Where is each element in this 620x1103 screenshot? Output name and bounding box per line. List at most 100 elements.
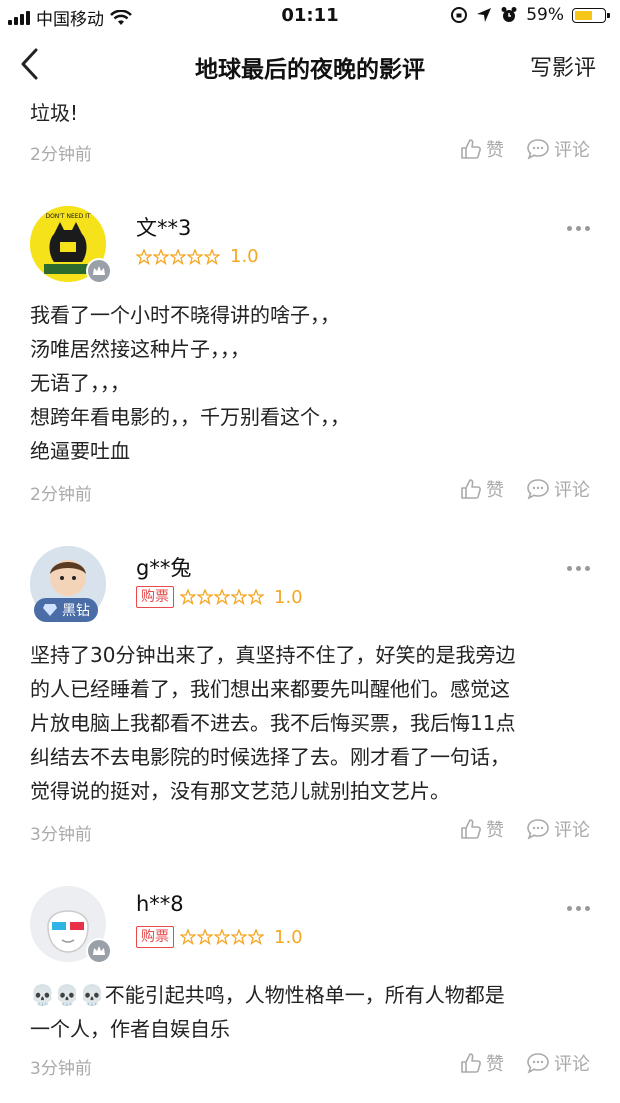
star-icon (197, 589, 213, 605)
ticket-tag: 购票 (136, 926, 174, 948)
vip-badge: 黑钻 (34, 598, 98, 622)
review-actions: 赞 评论 (460, 136, 590, 162)
review-line: 无语了，，， (30, 371, 130, 395)
review-time: 2分钟前 (30, 485, 92, 505)
review-time: 3分钟前 (30, 1059, 92, 1079)
star-icon (231, 929, 247, 945)
review-line: 片放电脑上我都看不进去。我不后悔买票，我后悔11点 (30, 711, 516, 735)
star-icon (231, 589, 247, 605)
star-icon (187, 248, 203, 265)
thumbs-up-icon (461, 139, 481, 159)
vip-badge-label: 黑钻 (62, 603, 90, 619)
rating-row: 购票 1.0 (136, 926, 303, 948)
battery-percent: 59% (526, 5, 564, 25)
review-card: 黑钻 g**兔 购票 1.0 坚持了30分钟出来了，真坚持不住了，好笑的是我旁边… (0, 542, 620, 852)
review-line: 💀💀💀不能引起共鸣，人物性格单一，所有人物都是 (30, 983, 505, 1007)
like-button[interactable]: 赞 (460, 136, 504, 162)
svg-text:DON'T NEED IT: DON'T NEED IT (45, 213, 90, 220)
star-rating (136, 248, 220, 265)
username[interactable]: 文**3 (136, 212, 191, 242)
nav-bar: 地球最后的夜晚的影评 写影评 (0, 34, 620, 96)
review-line: 纠结去不去电影院的时候选择了去。刚才看了一句话， (30, 745, 510, 769)
comment-label: 评论 (554, 1054, 590, 1075)
rating-row: 购票 1.0 (136, 586, 303, 608)
review-line: 觉得说的挺对，没有那文艺范儿就别拍文艺片。 (30, 779, 450, 803)
star-rating (180, 589, 264, 605)
score: 1.0 (274, 586, 303, 608)
status-right: 59% (450, 5, 610, 25)
like-label: 赞 (486, 1054, 504, 1075)
comment-button[interactable]: 评论 (526, 1050, 590, 1076)
rating-row: 1.0 (136, 246, 259, 267)
review-card: h**8 购票 1.0 💀💀💀不能引起共鸣，人物性格单一，所有人物都是 一个人，… (0, 882, 620, 1092)
review-text: 我看了一个小时不晓得讲的啥子，， 汤唯居然接这种片子，，， 无语了，，， 想跨年… (30, 298, 592, 468)
page-title: 地球最后的夜晚的影评 (195, 57, 425, 83)
review-text: 坚持了30分钟出来了，真坚持不住了，好笑的是我旁边 的人已经睡着了，我们想出来都… (30, 638, 592, 808)
review-time: 3分钟前 (30, 825, 92, 845)
star-icon (136, 248, 152, 265)
star-icon (153, 248, 169, 265)
review-line: 一个人，作者自娱自乐 (30, 1017, 230, 1041)
review-actions: 赞 评论 (460, 1050, 590, 1076)
review-line: 绝逼要吐血 (30, 439, 130, 463)
comment-icon (527, 479, 549, 500)
review-actions: 赞 评论 (460, 476, 590, 502)
review-line: 汤唯居然接这种片子，，， (30, 337, 250, 361)
review-line: 想跨年看电影的，，千万别看这个，， (30, 405, 350, 429)
star-icon (180, 929, 196, 945)
location-icon (477, 8, 492, 22)
score: 1.0 (274, 926, 303, 948)
thumbs-up-icon (461, 479, 481, 499)
thumbs-up-icon (461, 1053, 481, 1073)
write-review-button[interactable]: 写影评 (530, 50, 596, 82)
comment-label: 评论 (554, 480, 590, 501)
review-text: 💀💀💀不能引起共鸣，人物性格单一，所有人物都是 一个人，作者自娱自乐 (30, 978, 592, 1046)
review-line: 垃圾! (30, 101, 79, 125)
star-icon (214, 929, 230, 945)
like-button[interactable]: 赞 (460, 1050, 504, 1076)
star-icon (248, 589, 264, 605)
like-label: 赞 (486, 480, 504, 501)
ticket-tag: 购票 (136, 586, 174, 608)
more-options-button[interactable] (567, 226, 590, 231)
like-button[interactable]: 赞 (460, 816, 504, 842)
star-icon (197, 929, 213, 945)
review-card: DON'T NEED IT 文**3 1.0 我看了一个小时不晓得讲的啥子，， … (0, 202, 620, 512)
comment-button[interactable]: 评论 (526, 136, 590, 162)
like-label: 赞 (486, 820, 504, 841)
username[interactable]: h**8 (136, 892, 184, 916)
more-options-button[interactable] (567, 566, 590, 571)
comment-label: 评论 (554, 140, 590, 161)
review-line: 我看了一个小时不晓得讲的啥子，， (30, 303, 340, 327)
comment-icon (527, 139, 549, 160)
star-icon (204, 248, 220, 265)
review-text: 垃圾! (30, 96, 592, 130)
alarm-icon (501, 7, 517, 22)
review-line: 坚持了30分钟出来了，真坚持不住了，好笑的是我旁边 (30, 643, 516, 667)
battery-fill (575, 10, 592, 20)
username[interactable]: g**兔 (136, 552, 191, 582)
star-rating (180, 929, 264, 945)
star-icon (180, 589, 196, 605)
star-icon (248, 929, 264, 945)
orientation-lock-icon (451, 7, 468, 23)
review-actions: 赞 评论 (460, 816, 590, 842)
review-time: 2分钟前 (30, 145, 92, 165)
diamond-icon (43, 604, 57, 616)
score: 1.0 (230, 246, 259, 267)
thumbs-up-icon (461, 819, 481, 839)
comment-button[interactable]: 评论 (526, 476, 590, 502)
status-bar: 中国移动 01:11 59% (0, 0, 620, 34)
review-partial: 垃圾! 2分钟前 赞 评论 (0, 96, 620, 188)
star-icon (214, 589, 230, 605)
battery-icon (572, 7, 610, 23)
star-icon (170, 248, 186, 265)
comment-button[interactable]: 评论 (526, 816, 590, 842)
comment-label: 评论 (554, 820, 590, 841)
comment-icon (527, 1053, 549, 1074)
comment-icon (527, 819, 549, 840)
like-button[interactable]: 赞 (460, 476, 504, 502)
crown-badge-icon (86, 938, 112, 964)
more-options-button[interactable] (567, 906, 590, 911)
review-line: 的人已经睡着了，我们想出来都要先叫醒他们。感觉这 (30, 677, 510, 701)
